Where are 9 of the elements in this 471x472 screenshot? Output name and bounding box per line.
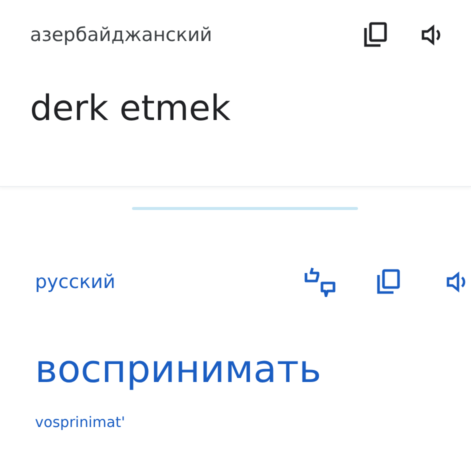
feedback-icon[interactable] [303, 267, 337, 297]
drag-handle[interactable] [132, 207, 358, 210]
source-text[interactable]: derk etmek [30, 90, 441, 128]
copy-icon[interactable] [377, 269, 401, 295]
target-language[interactable]: русский [35, 268, 303, 296]
translation-text: воспринимать [35, 349, 322, 391]
copy-icon[interactable] [364, 22, 388, 48]
transliteration-text: vosprinimat' [35, 414, 126, 433]
source-language[interactable]: азербайджанский [30, 20, 364, 50]
